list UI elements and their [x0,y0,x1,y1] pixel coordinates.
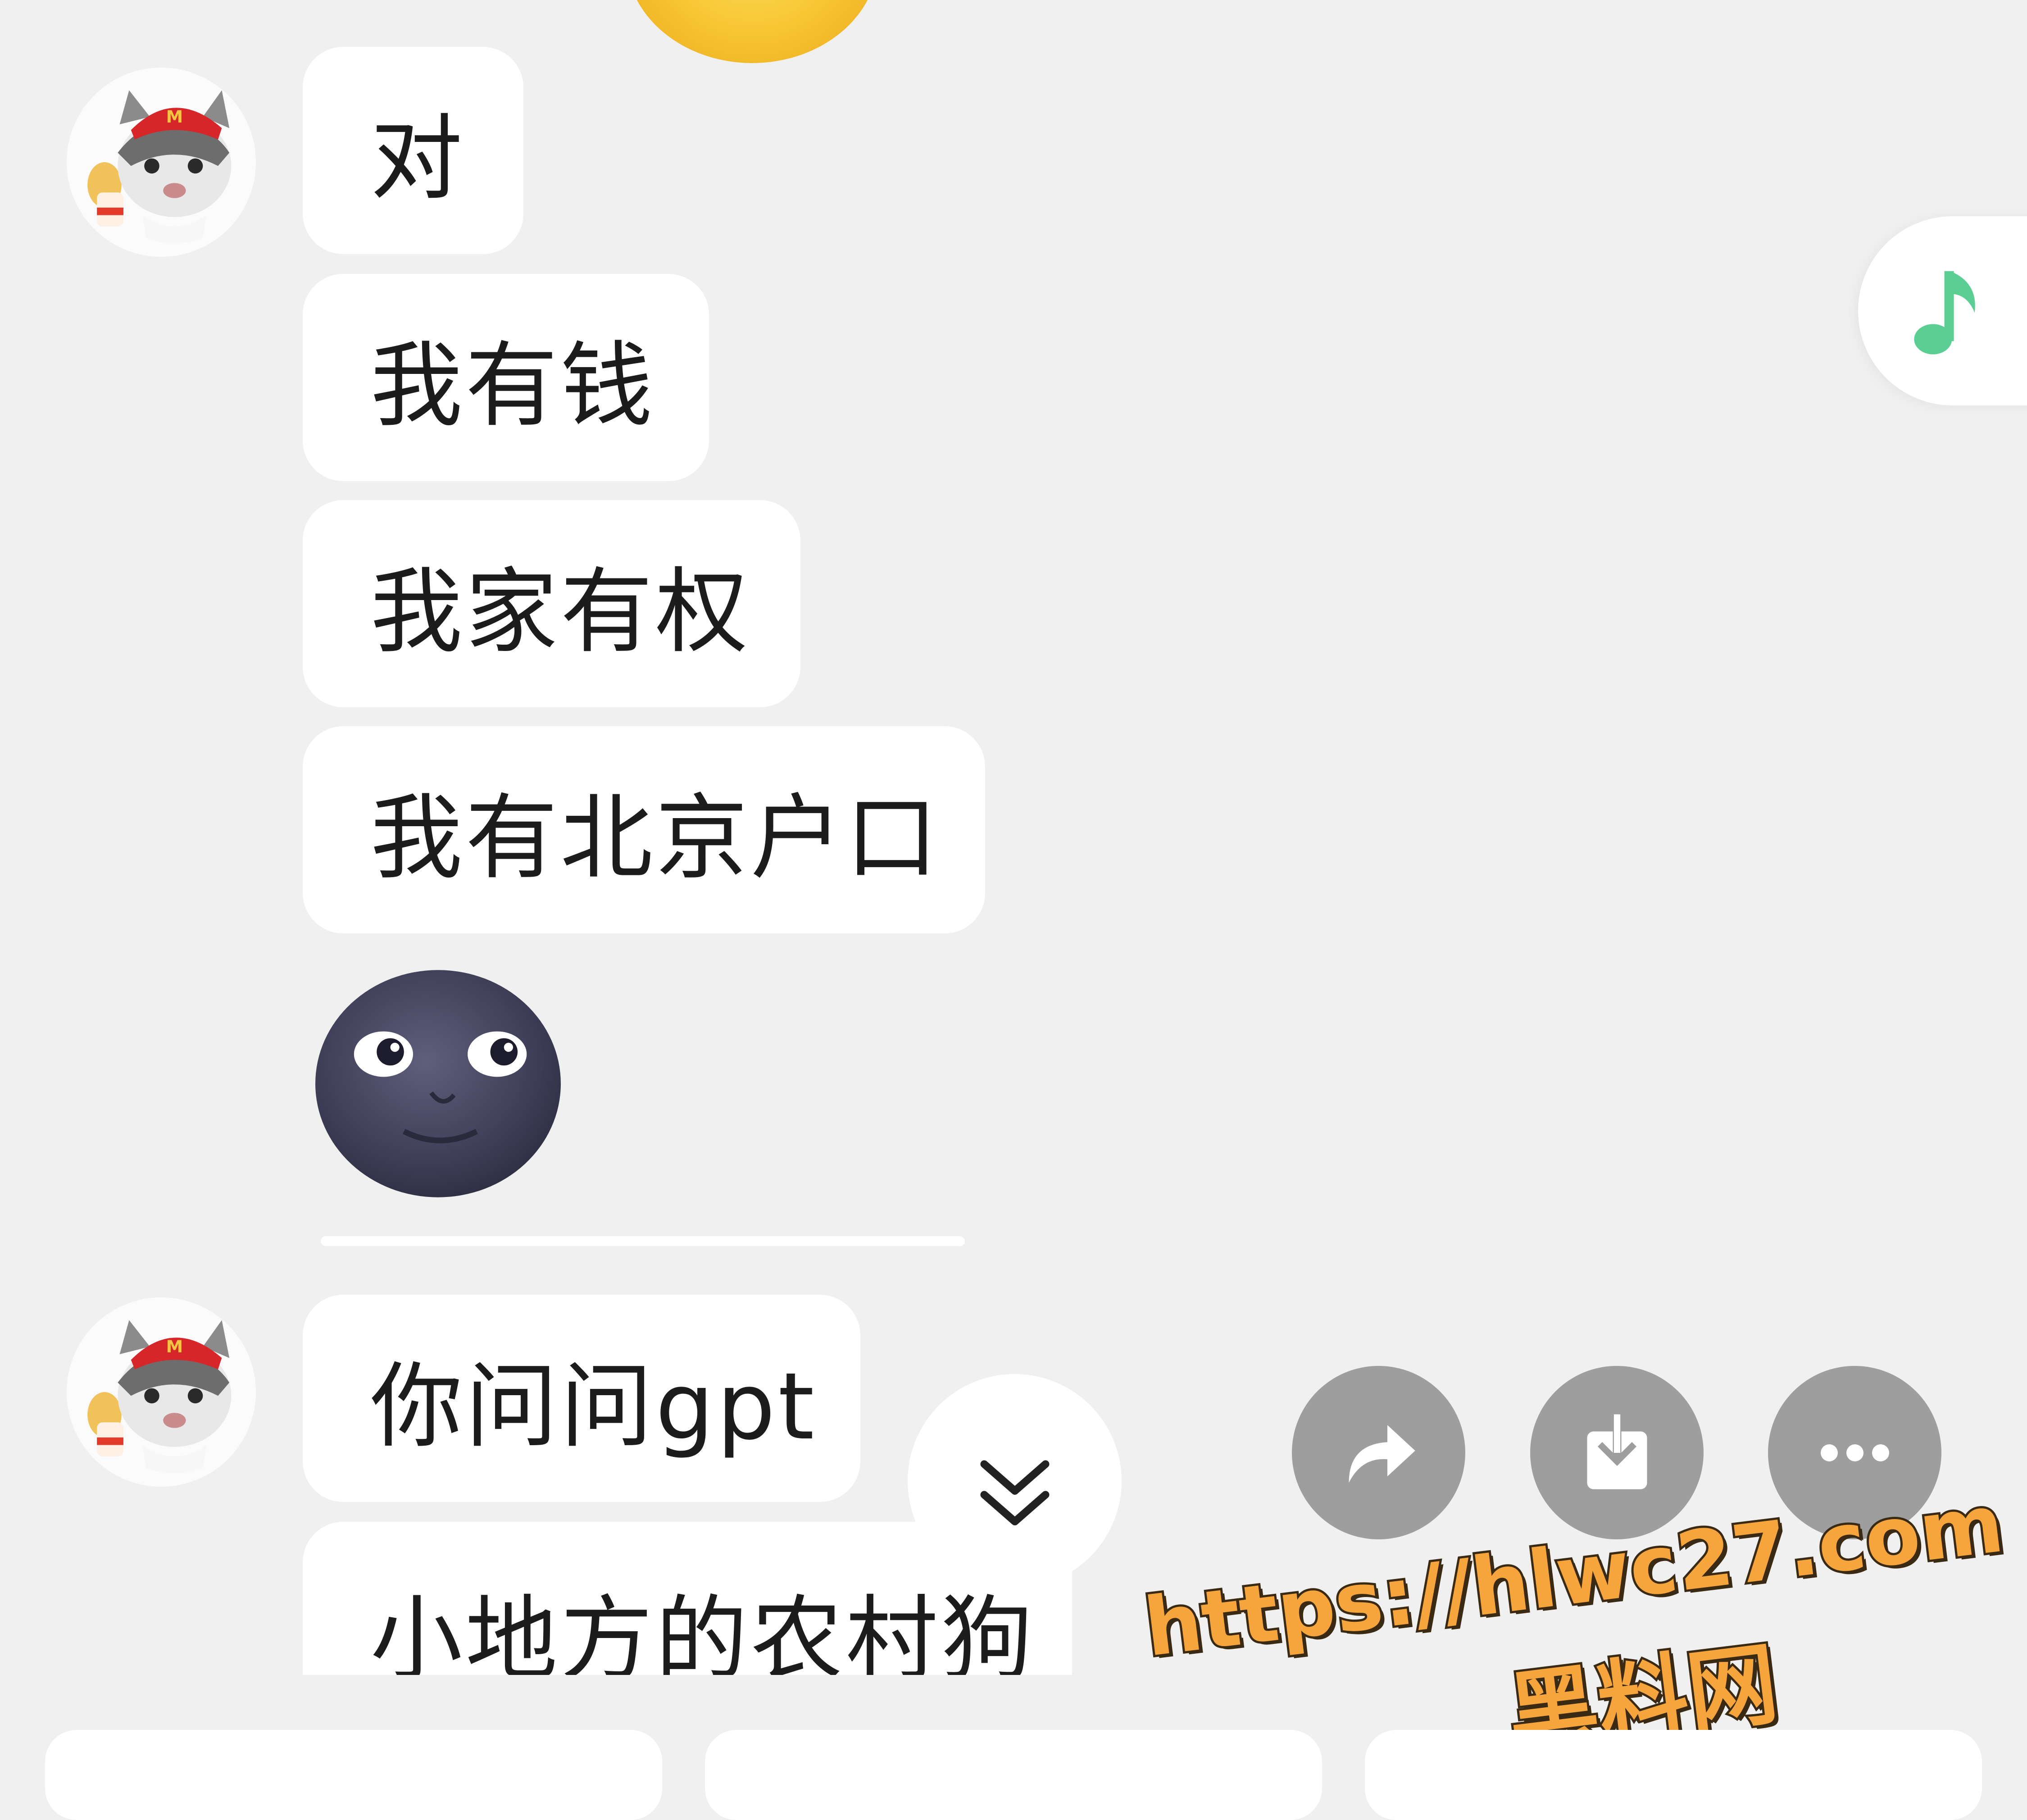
avatar[interactable]: M [67,68,256,257]
avatar[interactable]: M [67,1297,256,1487]
share-button[interactable] [1292,1366,1465,1539]
message-bubble[interactable]: 对 [303,47,523,254]
scroll-to-bottom-button[interactable] [908,1374,1122,1588]
message-text: 小地方的农村狗 [370,1586,1036,1675]
message-text: 我有钱 [370,332,655,440]
message-bubble[interactable]: 我有钱 [303,274,709,481]
cat-avatar-icon: M [67,68,256,257]
bottom-tab[interactable] [1365,1730,1982,1820]
svg-text:M: M [166,1337,183,1356]
message-text: 我有北京户口 [370,784,941,892]
caption-emoji [626,0,878,63]
moon-face-sticker[interactable] [313,968,563,1200]
cat-avatar-icon: M [67,1297,256,1487]
message-text: 你问问gpt [370,1353,817,1461]
music-note-icon [1914,271,1975,355]
double-chevron-down-icon [980,1460,1049,1525]
more-dots-icon [1820,1444,1889,1461]
svg-text:M: M [166,107,183,127]
download-button[interactable] [1530,1366,1704,1539]
message-bubble[interactable]: 你问问gpt [303,1295,860,1502]
share-arrow-icon [1349,1424,1415,1483]
message-bubble[interactable]: 我有北京户口 [303,726,985,933]
music-button[interactable] [1858,216,2027,405]
bottom-tab[interactable] [705,1730,1322,1820]
message-text: 我家有权 [370,558,750,666]
message-text: 对 [370,105,465,213]
bottom-tab[interactable] [45,1730,662,1820]
message-bubble[interactable]: 我家有权 [303,500,800,707]
download-icon [1587,1414,1647,1489]
divider [321,1236,965,1246]
moon-face-icon [315,970,561,1197]
